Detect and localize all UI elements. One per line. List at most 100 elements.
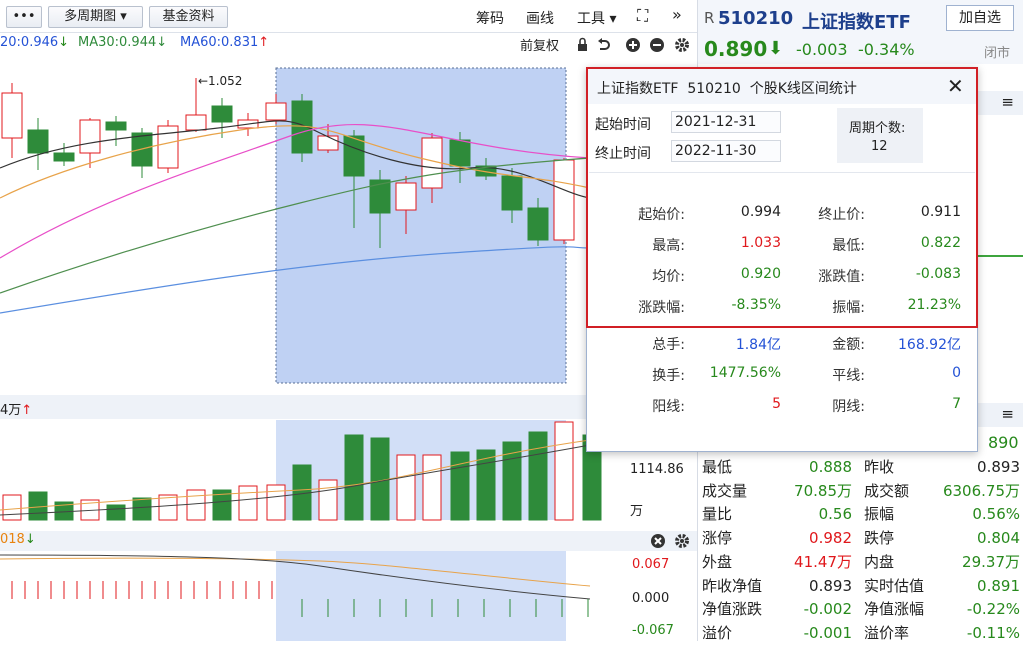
lock-icon[interactable] — [578, 37, 587, 52]
period-count-box: 周期个数: 12 — [837, 108, 923, 163]
close-icon[interactable] — [651, 534, 665, 548]
zoom-out-icon[interactable] — [650, 38, 664, 52]
macd-header: 018↓ — [0, 531, 697, 551]
start-time-label: 起始时间 — [595, 117, 651, 133]
adjust-label[interactable]: 前复权 — [520, 35, 559, 54]
chart-icons — [576, 36, 696, 54]
quote-price: 0.890 — [704, 37, 768, 61]
down-arrow-icon: ⬇ — [768, 38, 784, 59]
volume-bar — [318, 479, 338, 521]
fund-info-button[interactable]: 基金资料 — [149, 6, 228, 28]
quote-prefix: R — [704, 9, 715, 27]
candle-body — [105, 121, 127, 131]
draw-link[interactable]: 画线 — [526, 8, 554, 28]
collapse-icon[interactable]: » — [672, 5, 682, 24]
chart-toolbar: ••• 多周期图 ▾ 基金资料 筹码 画线 工具 ▾ ⛶ » — [0, 0, 697, 33]
quote-label: 成交额 — [864, 481, 910, 500]
macd-label: 018↓ — [0, 532, 36, 547]
volume-bar — [106, 504, 126, 521]
quote-code: 510210 — [718, 8, 794, 29]
stat-label: 涨跌值: — [818, 269, 865, 285]
volume-bar — [132, 497, 152, 521]
menu-icon[interactable]: ≡ — [1001, 93, 1014, 111]
volume-bar — [28, 491, 48, 521]
quote-value: 0.804 — [977, 529, 1020, 548]
period-dropdown[interactable]: 多周期图 ▾ — [48, 6, 143, 28]
high-marker: ←1.052 — [198, 74, 243, 88]
stat-label: 最低: — [832, 238, 865, 254]
interval-stats-dialog: 上证指数ETF 510210 个股K线区间统计 ✕ 起始时间 2021-12-3… — [586, 67, 978, 452]
quote-value: -0.001 — [803, 623, 852, 642]
volume-ma-label: 4万↑ — [0, 403, 33, 418]
candle-body — [553, 159, 575, 241]
quote-value: -0.22% — [966, 600, 1020, 619]
quote-value: 41.47万 — [794, 552, 852, 571]
macd-svg — [0, 551, 591, 641]
quote-value: 0.888 — [809, 458, 852, 476]
quote-row: 溢价 -0.001 溢价率 -0.11% — [702, 621, 1020, 645]
close-icon[interactable]: ✕ — [947, 74, 964, 98]
stat-label: 总手: — [652, 337, 685, 353]
quote-label: 溢价 — [702, 623, 733, 642]
stat-value: -0.083 — [915, 266, 961, 282]
end-time-field[interactable]: 2022-11-30 — [671, 140, 781, 162]
candle-body — [211, 105, 233, 123]
macd-tick-zero: 0.000 — [632, 591, 670, 606]
quote-label: 净值涨跌 — [702, 600, 763, 619]
macd-tick-bottom: -0.067 — [632, 623, 674, 638]
quote-row: 最低 0.888 昨收 0.893 — [702, 455, 1020, 479]
volume-bar — [266, 484, 286, 521]
volume-axis-unit: 万 — [630, 504, 644, 519]
stat-value: 21.23% — [907, 297, 961, 313]
price-line — [978, 255, 1023, 257]
stat-value: 0 — [952, 365, 961, 381]
more-button[interactable]: ••• — [6, 6, 42, 28]
menu-icon[interactable]: ≡ — [1001, 405, 1014, 423]
undo-icon[interactable] — [598, 38, 610, 50]
candle-body — [395, 182, 417, 211]
quote-value: 29.37万 — [962, 552, 1020, 571]
settings-icon[interactable] — [675, 534, 689, 548]
volume-bar — [370, 437, 390, 521]
quote-label: 最低 — [702, 458, 733, 476]
quote-pct: -0.34% — [858, 40, 915, 59]
volume-bar — [238, 485, 258, 521]
quote-value: 0.891 — [977, 576, 1020, 595]
volume-bar — [554, 421, 574, 521]
start-time-field[interactable]: 2021-12-31 — [671, 111, 781, 133]
quote-label: 涨停 — [702, 529, 733, 548]
volume-bar — [158, 494, 178, 521]
zoom-in-icon[interactable] — [626, 38, 640, 52]
stat-value: 0.822 — [920, 235, 961, 251]
stat-label: 振幅: — [832, 300, 865, 316]
quote-value: -0.002 — [803, 600, 852, 619]
quote-value: -0.11% — [966, 623, 1020, 642]
quote-value: 0.893 — [977, 458, 1020, 476]
tools-dropdown[interactable]: 工具 ▾ — [577, 8, 616, 28]
stat-label: 均价: — [652, 269, 685, 285]
chip-link[interactable]: 筹码 — [476, 8, 504, 28]
stat-label: 起始价: — [638, 207, 685, 223]
quote-label: 量比 — [702, 505, 733, 524]
quote-change: -0.003 — [796, 40, 848, 59]
stat-label: 平线: — [832, 368, 865, 384]
volume-bar — [2, 494, 22, 521]
stat-label: 金额: — [832, 337, 865, 353]
quote-value: 6306.75万 — [942, 481, 1020, 500]
stat-value: 1477.56% — [709, 365, 781, 381]
add-watchlist-button[interactable]: 加自选 — [946, 5, 1014, 31]
quote-row: 昨收净值 0.893 实时估值 0.891 — [702, 574, 1020, 598]
quote-row: 涨停 0.982 跌停 0.804 — [702, 526, 1020, 550]
stat-value: 0.920 — [740, 266, 781, 282]
fullscreen-icon[interactable]: ⛶ — [637, 6, 648, 26]
volume-bar — [186, 489, 206, 521]
macd-chart[interactable]: 0.067 0.000 -0.067 — [0, 551, 697, 641]
candle-body — [343, 135, 365, 177]
quote-label: 昨收净值 — [702, 576, 763, 595]
stat-label: 终止价: — [818, 207, 865, 223]
macd-icons — [651, 534, 689, 548]
ma30-value: MA30:0.944↓ — [78, 35, 168, 50]
quote-label: 实时估值 — [864, 576, 925, 595]
settings-icon[interactable] — [675, 38, 689, 52]
candle-body — [27, 129, 49, 154]
